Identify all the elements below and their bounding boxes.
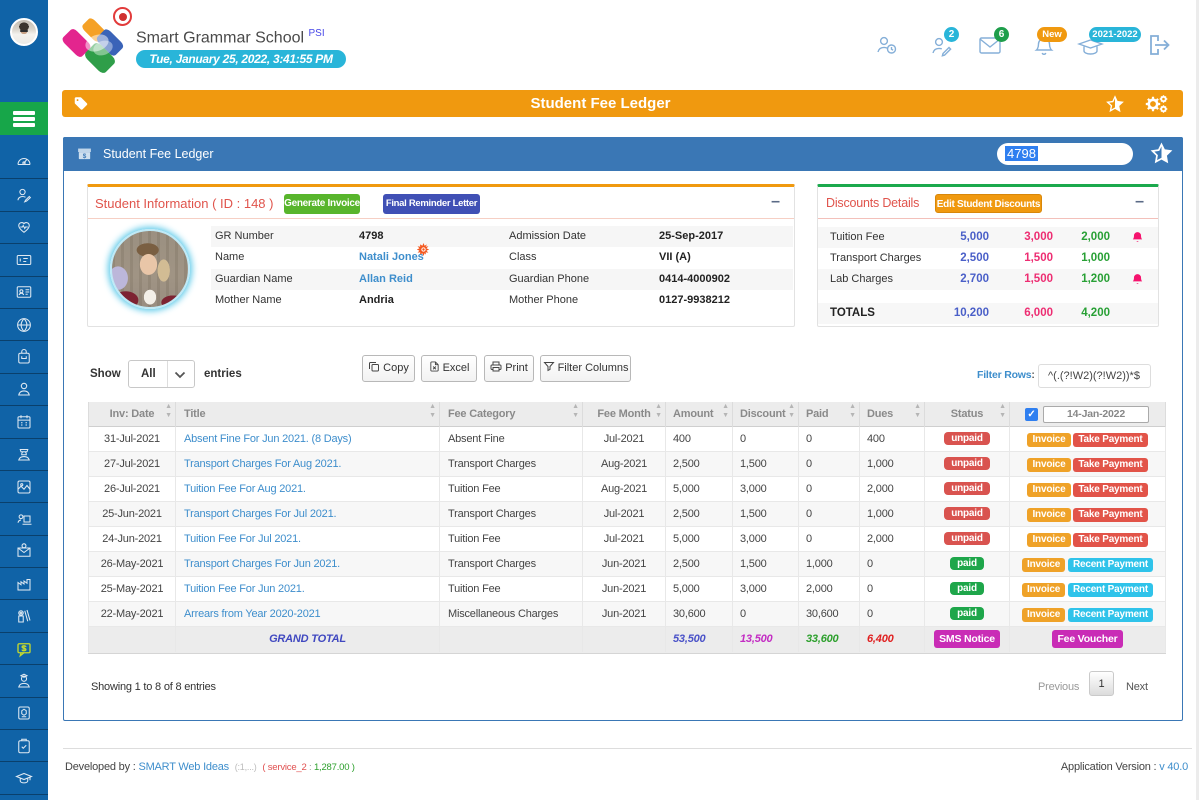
svg-text:$: $ <box>83 153 87 160</box>
